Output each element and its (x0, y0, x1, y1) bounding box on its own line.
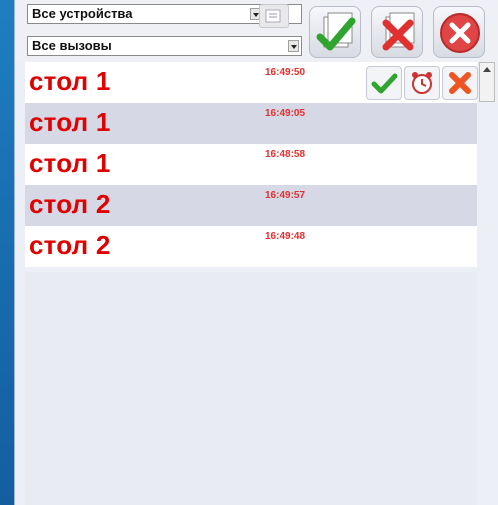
devices-select-value: Все устройства (32, 6, 133, 21)
call-title: стол 1 (29, 107, 111, 137)
scroll-up-icon[interactable] (483, 67, 491, 72)
desktop-background: Все устройства Все вызовы стол 1 16:49:5… (0, 0, 498, 505)
pencil-icon (265, 9, 281, 23)
delete-all-button[interactable] (371, 6, 423, 58)
cross-icon (449, 72, 471, 94)
calls-list: стол 1 16:49:50 стол 1 16:49:05 стол 1 1… (25, 62, 478, 272)
close-button[interactable] (433, 6, 485, 58)
call-title: стол 2 (29, 189, 111, 219)
toolbar: Все устройства Все вызовы (15, 0, 498, 62)
calls-select-value: Все вызовы (32, 38, 112, 53)
accept-button[interactable] (366, 66, 402, 100)
cancel-button[interactable] (442, 66, 478, 100)
checkmark-icon (371, 73, 398, 94)
edit-button[interactable] (259, 4, 289, 28)
delete-all-icon (382, 12, 415, 51)
chevron-down-icon[interactable] (288, 40, 299, 52)
list-item[interactable]: стол 2 16:49:48 (25, 226, 477, 267)
calls-select[interactable]: Все вызовы (27, 36, 302, 56)
snooze-button[interactable] (404, 66, 440, 100)
alarm-clock-icon (412, 72, 432, 94)
call-time: 16:49:05 (265, 108, 306, 119)
list-item[interactable]: стол 1 16:48:58 (25, 144, 477, 185)
confirm-all-icon (316, 12, 356, 51)
list-item[interactable]: стол 1 16:49:50 (25, 62, 478, 103)
row-actions (366, 66, 478, 100)
list-item[interactable]: стол 1 16:49:05 (25, 103, 477, 144)
list-empty-area (25, 272, 477, 505)
call-title: стол 1 (29, 148, 111, 178)
call-time: 16:49:48 (265, 231, 306, 242)
close-icon (440, 13, 480, 53)
call-title: стол 1 (29, 66, 111, 96)
call-time: 16:49:50 (265, 67, 306, 78)
list-item[interactable]: стол 2 16:49:57 (25, 185, 477, 226)
confirm-all-button[interactable] (309, 6, 361, 58)
call-title: стол 2 (29, 230, 111, 260)
call-time: 16:48:58 (265, 149, 306, 160)
call-time: 16:49:57 (265, 190, 306, 201)
calls-window: Все устройства Все вызовы стол 1 16:49:5… (14, 0, 498, 505)
scrollbar[interactable] (479, 62, 495, 102)
